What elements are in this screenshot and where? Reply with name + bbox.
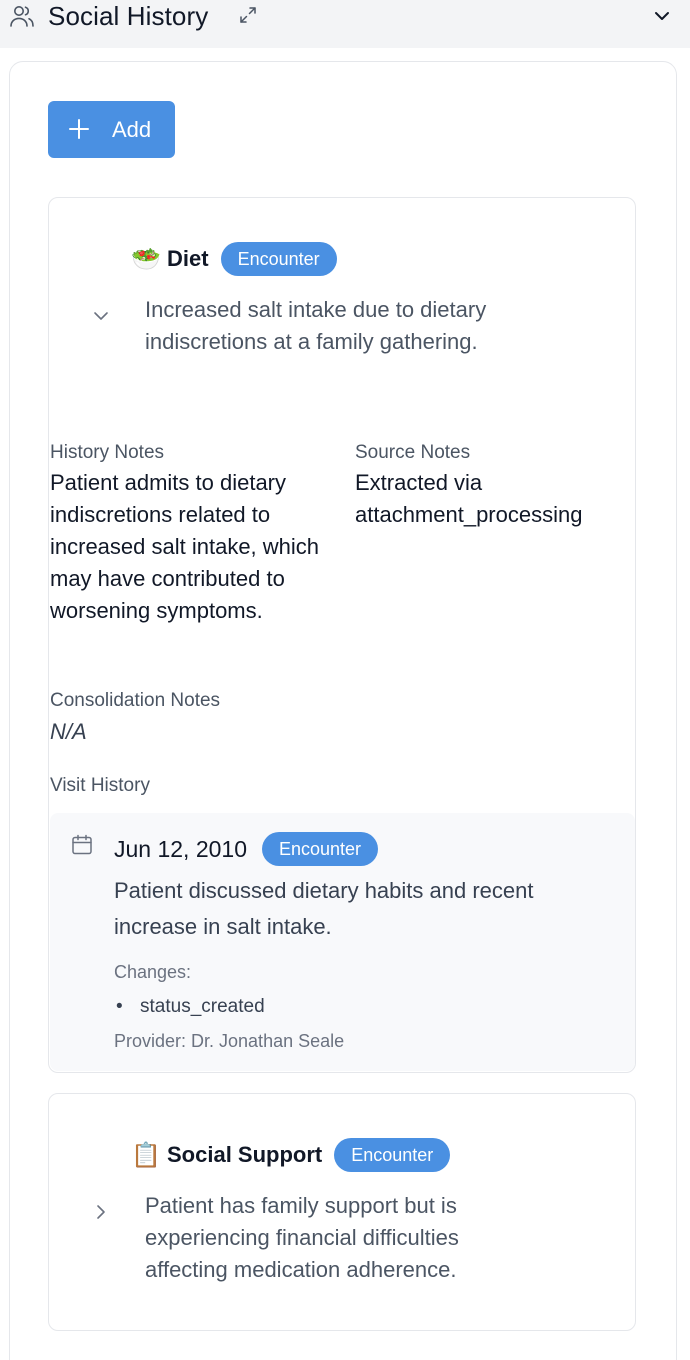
encounter-badge: Encounter bbox=[262, 832, 379, 866]
source-notes-value: Extracted via attachment_processing bbox=[355, 470, 583, 527]
history-notes-label: History Notes bbox=[50, 442, 165, 463]
item-name: Social Support bbox=[167, 1142, 323, 1167]
section-header: Social History bbox=[0, 0, 690, 48]
item-summary: Patient has family support but is experi… bbox=[145, 1193, 459, 1282]
history-item-social-support: 📋 Social Support Encounter Patient has f… bbox=[48, 1093, 636, 1331]
people-icon bbox=[10, 6, 34, 27]
change-item: • status_created bbox=[114, 995, 265, 1019]
item-name: Diet bbox=[167, 246, 209, 271]
visit-provider: Provider: Dr. Jonathan Seale bbox=[114, 1031, 345, 1051]
add-button-label: Add bbox=[112, 117, 152, 142]
history-notes-value: Patient admits to dietary indiscretions … bbox=[50, 470, 320, 623]
consolidation-notes-value: N/A bbox=[50, 719, 87, 744]
encounter-badge: Encounter bbox=[334, 1138, 451, 1172]
calendar-icon bbox=[72, 834, 92, 855]
history-item-diet: 🥗 Diet Encounter Increased salt intake d… bbox=[48, 197, 636, 1073]
add-button[interactable]: Add bbox=[48, 101, 175, 158]
consolidation-notes-label: Consolidation Notes bbox=[50, 690, 221, 711]
encounter-badge: Encounter bbox=[220, 242, 337, 276]
visit-description: Patient discussed dietary habits and rec… bbox=[114, 878, 534, 939]
chevron-down-icon[interactable] bbox=[91, 306, 111, 326]
visit-date: Jun 12, 2010 bbox=[114, 836, 248, 862]
item-title-row: 📋 Social Support Encounter bbox=[131, 1138, 451, 1172]
item-summary: Increased salt intake due to dietary ind… bbox=[145, 297, 487, 354]
bullet: • bbox=[116, 996, 123, 1017]
chevron-right-icon[interactable] bbox=[91, 1202, 111, 1222]
chevron-down-icon[interactable] bbox=[652, 6, 672, 26]
visit-entry: Jun 12, 2010 Encounter Patient discussed… bbox=[50, 813, 635, 1071]
change-text: status_created bbox=[140, 996, 265, 1017]
salad-icon: 🥗 bbox=[131, 245, 161, 273]
item-title-row: 🥗 Diet Encounter bbox=[131, 242, 337, 276]
section-title: Social History bbox=[48, 1, 209, 31]
changes-label: Changes: bbox=[114, 962, 192, 982]
plus-icon bbox=[69, 119, 89, 139]
visit-history-label: Visit History bbox=[50, 775, 150, 796]
expand-icon[interactable] bbox=[238, 5, 258, 25]
source-notes-label: Source Notes bbox=[355, 442, 471, 463]
clipboard-icon: 📋 bbox=[131, 1141, 161, 1169]
